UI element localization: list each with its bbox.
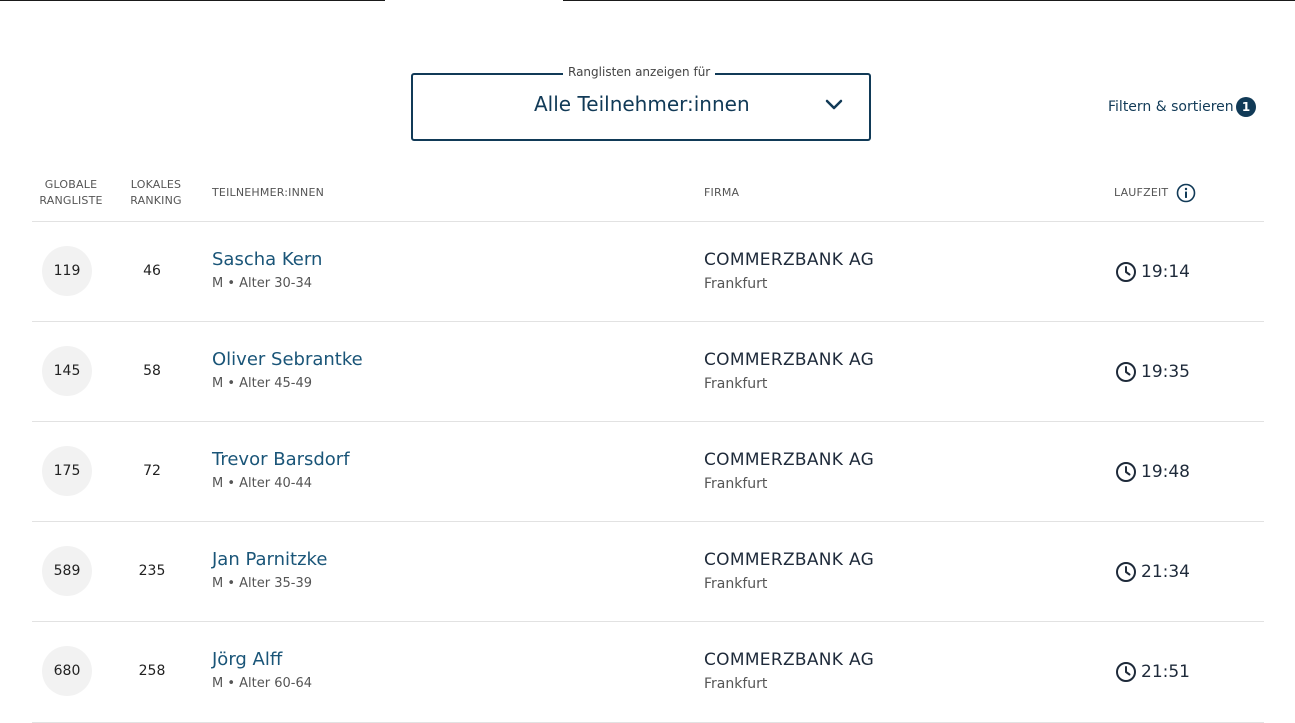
header-local-rank-line2: RANKING	[130, 194, 182, 207]
filter-selected-value[interactable]: Alle Teilnehmer:innen	[534, 90, 750, 118]
filter-sort-button[interactable]: Filtern & sortieren	[1108, 97, 1234, 117]
participant-name-link[interactable]: Oliver Sebrantke	[212, 348, 363, 372]
participant-meta: M • Alter 45-49	[212, 376, 313, 391]
company-name: COMMERZBANK AG	[704, 450, 875, 470]
participant-meta: M • Alter 35-39	[212, 576, 313, 591]
company-city: Frankfurt	[704, 476, 768, 492]
run-time: 19:14	[1141, 262, 1190, 282]
top-border-right	[563, 0, 1295, 1]
global-rank: 119	[42, 246, 92, 296]
clock-icon	[1116, 462, 1136, 482]
header-company[interactable]: FIRMA	[704, 185, 739, 201]
clock-icon	[1116, 562, 1136, 582]
clock-icon	[1116, 662, 1136, 682]
participant-name-link[interactable]: Trevor Barsdorf	[212, 448, 350, 472]
global-rank: 175	[42, 446, 92, 496]
company-city: Frankfurt	[704, 376, 768, 392]
header-local-rank-line1: LOKALES	[130, 178, 182, 191]
local-rank: 46	[143, 263, 161, 279]
header-time[interactable]: LAUFZEIT	[1114, 185, 1168, 201]
chevron-down-icon[interactable]	[825, 98, 843, 110]
info-icon[interactable]	[1176, 183, 1196, 203]
company-city: Frankfurt	[704, 576, 768, 592]
company-name: COMMERZBANK AG	[704, 650, 875, 670]
local-rank: 72	[143, 463, 161, 479]
participant-meta: M • Alter 60-64	[212, 676, 313, 691]
global-rank: 145	[42, 346, 92, 396]
table-row[interactable]: 589 235 Jan Parnitzke M • Alter 35-39 CO…	[32, 521, 1264, 622]
company-name: COMMERZBANK AG	[704, 250, 875, 270]
table-row[interactable]: 175 72 Trevor Barsdorf M • Alter 40-44 C…	[32, 421, 1264, 522]
header-local-rank[interactable]: LOKALES RANKING	[116, 177, 196, 209]
run-time: 19:48	[1141, 462, 1190, 482]
header-participants[interactable]: TEILNEHMER:INNEN	[212, 185, 324, 201]
local-rank: 58	[143, 363, 161, 379]
active-filter-badge[interactable]: 1	[1236, 97, 1256, 117]
clock-icon	[1116, 262, 1136, 282]
participant-meta: M • Alter 40-44	[212, 476, 313, 491]
header-global-rank-line1: GLOBALE	[44, 178, 98, 191]
local-rank: 235	[138, 563, 166, 579]
top-border	[0, 0, 1295, 2]
participant-meta: M • Alter 30-34	[212, 276, 313, 291]
filter-legend: Ranglisten anzeigen für	[563, 64, 716, 80]
table-row[interactable]: 145 58 Oliver Sebrantke M • Alter 45-49 …	[32, 321, 1264, 422]
table-row[interactable]: 680 258 Jörg Alff M • Alter 60-64 COMMER…	[32, 621, 1264, 723]
header-global-rank[interactable]: GLOBALE RANGLISTE	[32, 177, 110, 209]
header-global-rank-line2: RANGLISTE	[39, 194, 103, 207]
company-name: COMMERZBANK AG	[704, 550, 875, 570]
company-name: COMMERZBANK AG	[704, 350, 875, 370]
company-city: Frankfurt	[704, 276, 768, 292]
run-time: 19:35	[1141, 362, 1190, 382]
run-time: 21:34	[1141, 562, 1190, 582]
company-city: Frankfurt	[704, 676, 768, 692]
participant-name-link[interactable]: Sascha Kern	[212, 248, 322, 272]
run-time: 21:51	[1141, 662, 1190, 682]
clock-icon	[1116, 362, 1136, 382]
top-border-left	[0, 0, 385, 1]
global-rank: 680	[42, 646, 92, 696]
global-rank: 589	[42, 546, 92, 596]
table-row[interactable]: 119 46 Sascha Kern M • Alter 30-34 COMME…	[32, 221, 1264, 322]
local-rank: 258	[138, 663, 166, 679]
participant-name-link[interactable]: Jörg Alff	[212, 648, 282, 672]
participant-name-link[interactable]: Jan Parnitzke	[212, 548, 327, 572]
